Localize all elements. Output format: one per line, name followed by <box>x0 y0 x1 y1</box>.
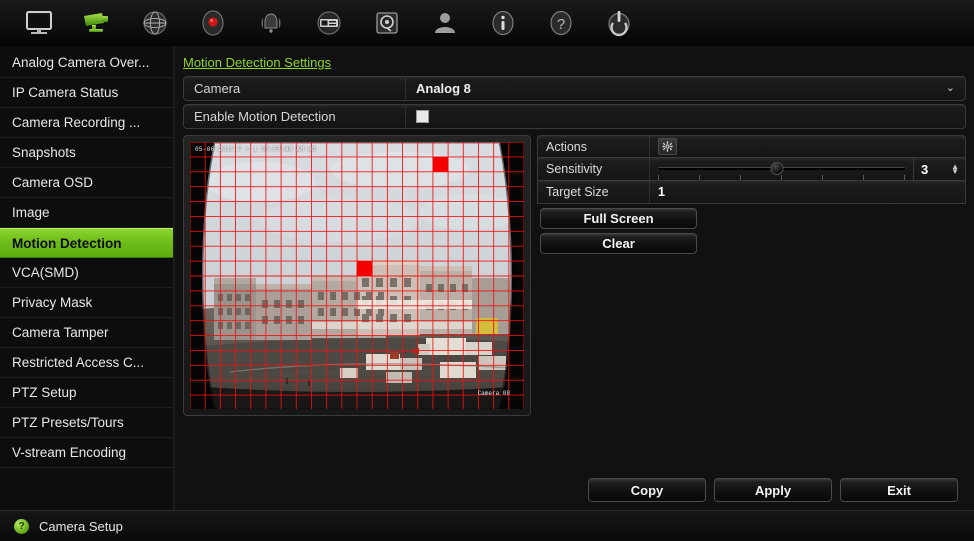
monitor-icon[interactable] <box>10 0 68 46</box>
info-icon[interactable] <box>474 0 532 46</box>
camera-label: Camera <box>184 77 406 100</box>
nvr-settings-window: ? Analog Camera Over... IP Camera Status… <box>0 0 974 541</box>
sidebar-item-label: PTZ Setup <box>12 385 77 400</box>
record-icon[interactable] <box>184 0 242 46</box>
main-panel: Motion Detection Settings Camera Analog … <box>175 46 974 510</box>
chevron-down-icon[interactable]: ⌄ <box>946 83 955 94</box>
sensitivity-spinner[interactable]: 3 ▲ ▼ <box>913 158 965 180</box>
sensitivity-label: Sensitivity <box>538 158 650 180</box>
sidebar-item-v-stream-encoding[interactable]: V-stream Encoding <box>0 438 173 468</box>
sidebar-item-label: V-stream Encoding <box>12 445 127 460</box>
sidebar-item-image[interactable]: Image <box>0 198 173 228</box>
copy-button[interactable]: Copy <box>588 478 706 502</box>
camera-live-image <box>190 142 524 409</box>
sidebar-item-label: VCA(SMD) <box>12 265 79 280</box>
body-area: Analog Camera Over... IP Camera Status C… <box>0 46 974 510</box>
sidebar-item-ptz-setup[interactable]: PTZ Setup <box>0 378 173 408</box>
sidebar-item-analog-camera-overview[interactable]: Analog Camera Over... <box>0 48 173 78</box>
main-toolbar: ? <box>0 0 974 46</box>
sensitivity-row: Sensitivity 3 ▲ ▼ <box>537 158 966 181</box>
sidebar-item-label: Motion Detection <box>12 235 122 251</box>
sidebar-item-camera-recording[interactable]: Camera Recording ... <box>0 108 173 138</box>
help-icon[interactable]: ? <box>14 518 29 534</box>
sidebar-item-label: Restricted Access C... <box>12 355 145 370</box>
sensitivity-value: 3 <box>921 161 929 177</box>
sidebar-item-label: Camera Recording ... <box>12 115 141 130</box>
target-size-value[interactable]: 1 <box>650 181 965 203</box>
target-size-row: Target Size 1 <box>537 181 966 204</box>
camera-icon[interactable] <box>68 0 126 46</box>
sidebar-item-label: PTZ Presets/Tours <box>12 415 124 430</box>
enable-motion-detection-row: Enable Motion Detection <box>183 104 966 129</box>
alarm-icon[interactable] <box>242 0 300 46</box>
sensitivity-slider-handle[interactable] <box>770 162 784 175</box>
full-screen-button[interactable]: Full Screen <box>540 208 697 229</box>
target-size-label: Target Size <box>538 181 650 203</box>
sidebar-item-label: Analog Camera Over... <box>12 55 150 70</box>
sidebar-item-ip-camera-status[interactable]: IP Camera Status <box>0 78 173 108</box>
camera-value: Analog 8 <box>416 81 471 96</box>
sidebar-item-label: Image <box>12 205 50 220</box>
actions-row: Actions <box>537 135 966 158</box>
spinner-arrows-icon[interactable]: ▲ ▼ <box>951 163 959 176</box>
sidebar-item-snapshots[interactable]: Snapshots <box>0 138 173 168</box>
sidebar-item-label: Camera OSD <box>12 175 94 190</box>
osd-timestamp: 05-06-2015 F r i 07:57:43 AM HD <box>195 146 316 153</box>
status-bar-label: Camera Setup <box>39 518 123 534</box>
help-icon[interactable]: ? <box>532 0 590 46</box>
sidebar-item-label: Privacy Mask <box>12 295 93 310</box>
osd-camera-name: Camera 08 <box>477 390 510 397</box>
enable-motion-detection-label: Enable Motion Detection <box>184 105 406 128</box>
network-icon[interactable] <box>126 0 184 46</box>
motion-config-area: 05-06-2015 F r i 07:57:43 AM HD Camera 0… <box>175 129 974 510</box>
enable-motion-detection-checkbox[interactable] <box>416 110 429 123</box>
sidebar-item-vca-smd[interactable]: VCA(SMD) <box>0 258 173 288</box>
motion-grid-canvas[interactable]: 05-06-2015 F r i 07:57:43 AM HD Camera 0… <box>190 142 524 409</box>
sidebar-item-label: Snapshots <box>12 145 76 160</box>
camera-select-row[interactable]: Camera Analog 8 ⌄ <box>183 76 966 101</box>
user-icon[interactable] <box>416 0 474 46</box>
status-bar: ? Camera Setup <box>0 510 974 541</box>
motion-controls-column: Actions Sensitivity 3 ▲ ▼ Target Size 1 … <box>537 135 966 510</box>
sidebar-item-restricted-access[interactable]: Restricted Access C... <box>0 348 173 378</box>
clear-button[interactable]: Clear <box>540 233 697 254</box>
video-preview-panel: 05-06-2015 F r i 07:57:43 AM HD Camera 0… <box>183 135 531 416</box>
sensitivity-slider[interactable] <box>650 158 913 180</box>
sidebar-item-camera-osd[interactable]: Camera OSD <box>0 168 173 198</box>
actions-label: Actions <box>538 136 650 157</box>
svg-text:?: ? <box>557 16 565 33</box>
sidebar-item-label: Camera Tamper <box>12 325 109 340</box>
sidebar-item-privacy-mask[interactable]: Privacy Mask <box>0 288 173 318</box>
gear-icon[interactable] <box>658 138 677 155</box>
action-buttons-bar: Copy Apply Exit <box>175 478 974 502</box>
sidebar-item-ptz-presets-tours[interactable]: PTZ Presets/Tours <box>0 408 173 438</box>
exit-button[interactable]: Exit <box>840 478 958 502</box>
apply-button[interactable]: Apply <box>714 478 832 502</box>
sidebar-item-motion-detection[interactable]: Motion Detection <box>0 228 173 258</box>
sidebar-item-label: IP Camera Status <box>12 85 119 100</box>
hdd-icon[interactable] <box>358 0 416 46</box>
sidebar-item-camera-tamper[interactable]: Camera Tamper <box>0 318 173 348</box>
power-icon[interactable] <box>590 0 648 46</box>
page-title: Motion Detection Settings <box>183 55 332 70</box>
settings-sidebar: Analog Camera Over... IP Camera Status C… <box>0 46 175 510</box>
pos-icon[interactable] <box>300 0 358 46</box>
